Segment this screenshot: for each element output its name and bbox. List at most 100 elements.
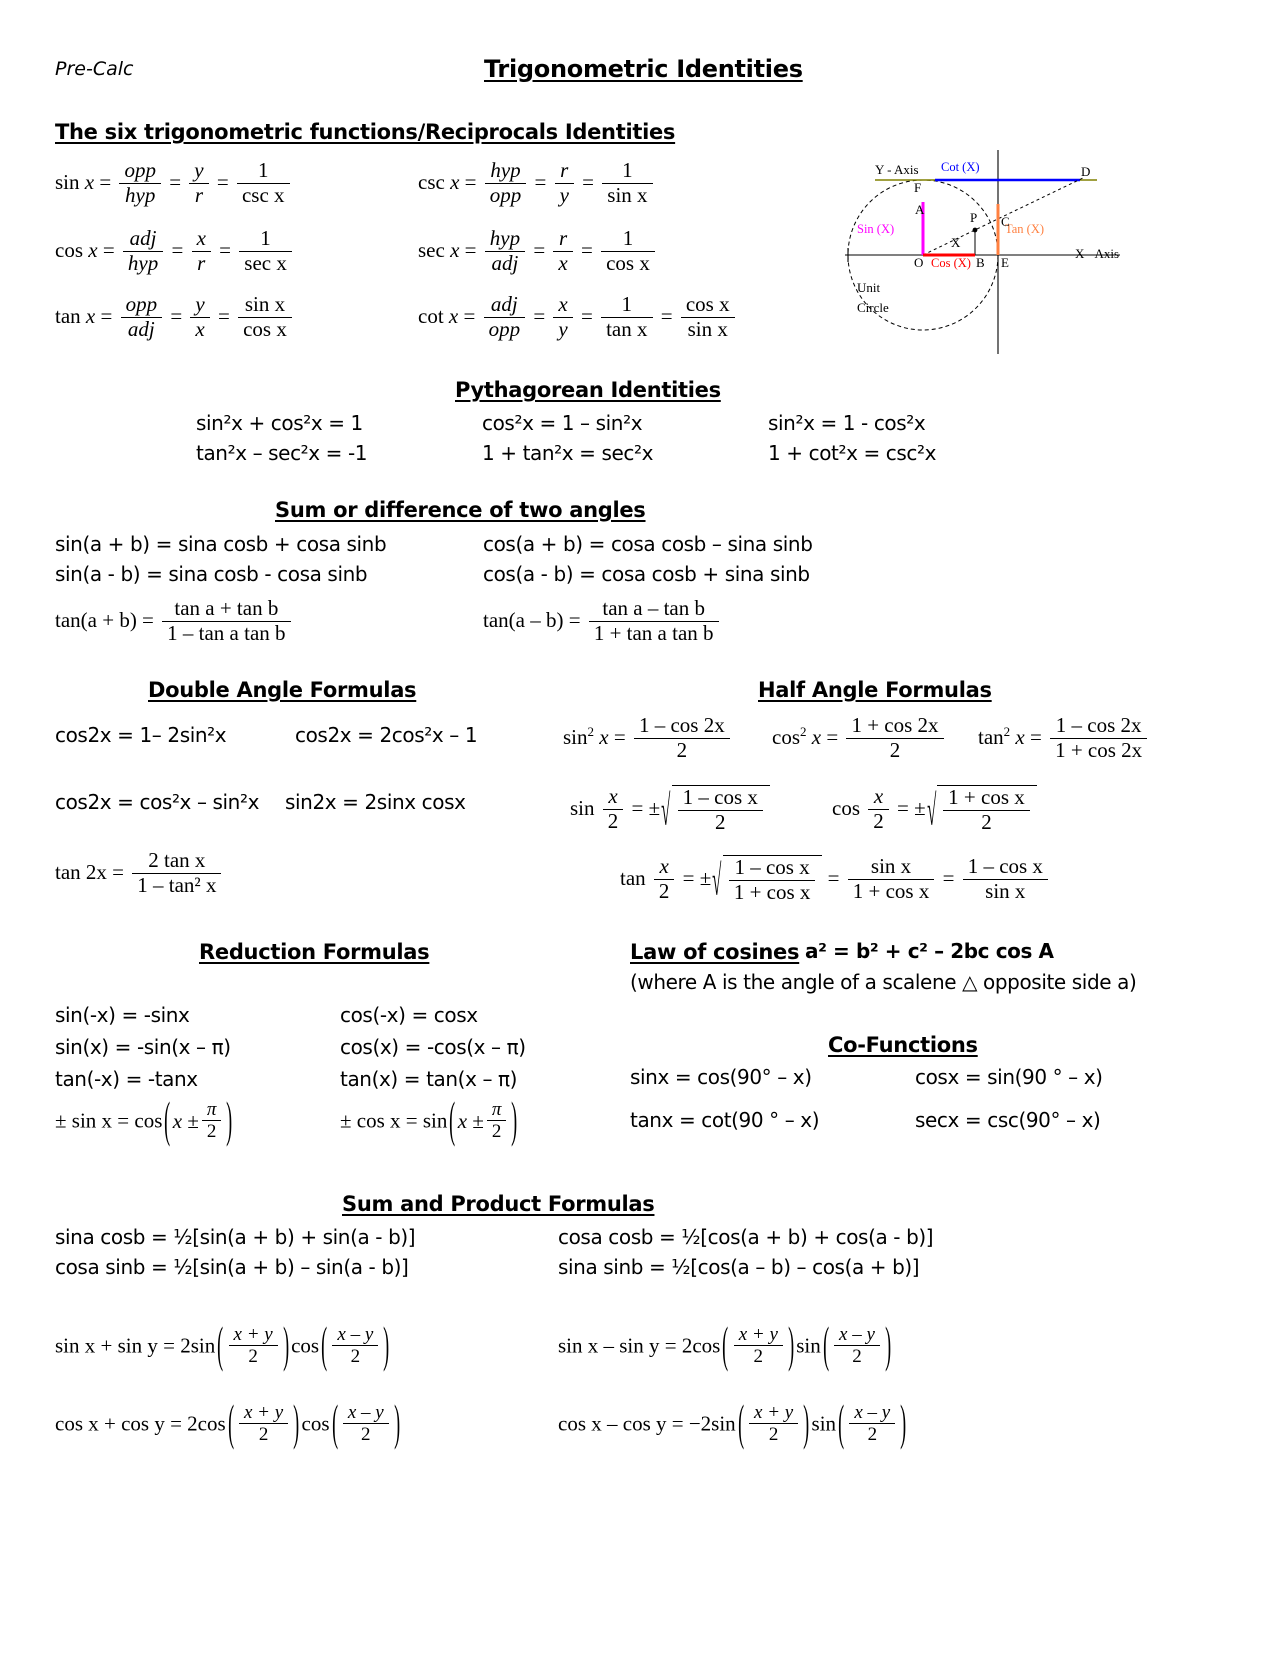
fn-name: csc (418, 169, 445, 194)
num: opp (125, 292, 158, 316)
den: 1 + cos x (847, 878, 935, 904)
fn-name: tan (55, 303, 81, 328)
pythagorean-r1c1: 1 + tan²x = sec²x (482, 441, 654, 465)
label-angle-x: X (951, 235, 961, 250)
left-paren: ( (838, 1397, 845, 1453)
radical-sign: √ (661, 784, 671, 834)
heading-reduction: Reduction Formulas (199, 940, 430, 964)
den: 2 (633, 737, 730, 763)
mid-fn: cos (301, 1411, 330, 1436)
den: adj (484, 250, 526, 276)
right-paren: ) (803, 1397, 810, 1453)
fn-name: tan (620, 865, 646, 890)
den: 2 (653, 878, 675, 904)
num: x – y (839, 1324, 875, 1345)
num: 1 + cos x (948, 785, 1025, 809)
sum-diff-sin-plus: sin(a + b) = sina cosb + cosa sinb (55, 532, 387, 556)
left-paren: ( (217, 1319, 224, 1375)
sum-diff-sin-minus: sin(a - b) = sina cosb - cosa sinb (55, 562, 368, 586)
lhs: cos x – cos y = −2sin (558, 1411, 736, 1436)
den: opp (483, 316, 526, 342)
den: 1 + tan a tan b (588, 620, 719, 646)
paren-group-1: (x + y 2) (226, 1397, 302, 1453)
sum-product-r1c1: sina sinb = ½[cos(a – b) – cos(a + b)] (558, 1255, 920, 1279)
den: cos x (238, 316, 292, 342)
num: tan a + tan b (174, 596, 279, 620)
heading-law-of-cosines: Law of cosines (630, 940, 800, 964)
label-cot: Cot (X) (941, 160, 980, 174)
label-x-axis: X - Axis (1075, 246, 1120, 261)
half-angle-sin-root: sin x2 = ± √ 1 – cos x2 (570, 784, 770, 835)
right-paren: ) (226, 1094, 233, 1150)
den: 2 (332, 1345, 379, 1367)
half-angle-cos-root: cos x2 = ± √ 1 + cos x2 (832, 784, 1037, 835)
identity-csc: csc x = hyp opp = ry = 1 sin x (418, 158, 656, 208)
pythagorean-r0c1: cos²x = 1 – sin²x (482, 411, 643, 435)
den: 1 + cos 2x (1050, 737, 1148, 763)
identity-tan: tan x = opp adj = yx = sin x cos x (55, 292, 295, 342)
radical: √ 1 + cos x2 (926, 784, 1037, 835)
fn-name: tan (978, 724, 1004, 749)
num: sin x (870, 854, 912, 878)
sum-formula-1: sin x – sin y = 2cos(x + y 2) sin(x – y 2) (558, 1322, 893, 1371)
fn-name: sin (570, 795, 595, 820)
point-label-f: F (914, 180, 922, 195)
point-label-p: P (970, 210, 978, 225)
den: hyp (122, 250, 164, 276)
double-angle-r0c1: cos2x = 2cos²x – 1 (295, 723, 478, 747)
right-paren: ) (511, 1094, 518, 1150)
left-paren: ( (331, 1397, 338, 1453)
left-paren: ( (321, 1319, 328, 1375)
label-cos: Cos (X) (931, 256, 971, 270)
heading-pythagorean: Pythagorean Identities (455, 378, 721, 402)
lhs: ± sin x = cos (55, 1108, 163, 1133)
fn-arg: x (85, 303, 96, 328)
heading-half-angle: Half Angle Formulas (758, 678, 992, 702)
num: x – y (347, 1402, 384, 1423)
num: 1 (622, 226, 634, 250)
num: x + y (244, 1402, 284, 1423)
num: x (873, 784, 884, 808)
label-sin: Sin (X) (857, 222, 895, 236)
den: 2 (486, 1120, 507, 1142)
reduction-left-2: tan(-x) = -tanx (55, 1067, 198, 1091)
point-p-dot (972, 227, 978, 233)
right-paren: ) (282, 1319, 289, 1375)
identity-sec: sec x = hyp adj = rx = 1 cos x (418, 226, 658, 276)
left-paren: ( (737, 1397, 744, 1453)
num: 1 – cos 2x (1055, 713, 1142, 737)
den: 2 (943, 809, 1030, 835)
double-angle-r1c1: sin2x = 2sinx cosx (285, 790, 466, 814)
fn-arg: x (450, 169, 460, 194)
den: opp (484, 182, 527, 208)
num: r (558, 226, 568, 250)
point-label-b: B (976, 255, 985, 270)
den: csc x (236, 182, 290, 208)
fn-arg: x (450, 237, 460, 262)
den: 2 (868, 808, 889, 834)
num: 1 – cos x (734, 855, 810, 879)
left-paren: ( (227, 1397, 234, 1453)
lhs: tan(a + b) = (55, 607, 154, 632)
mid-fn: sin (796, 1333, 821, 1358)
den: y (553, 316, 573, 342)
identity-cot: cot x = adj opp = xy = 1 tan x = cos x sin … (418, 292, 738, 342)
den: 2 (733, 1345, 783, 1367)
den: x (553, 250, 573, 276)
paren-group: (x ± π 2) (162, 1094, 234, 1150)
radical: √ 1 – cos x2 (660, 784, 770, 835)
den: 2 (342, 1423, 389, 1445)
law-of-cosines-note: (where A is the angle of a scalene △ opp… (630, 970, 1137, 994)
num: π (491, 1099, 502, 1120)
fn-arg: x (811, 724, 822, 749)
den: y (554, 182, 574, 208)
radical-sign: √ (926, 784, 937, 834)
sum-product-r0c1: cosa cosb = ½[cos(a + b) + cos(a - b)] (558, 1225, 934, 1249)
double-angle-r1c0: cos2x = cos²x – sin²x (55, 790, 260, 814)
inner-lead: x ± (172, 1109, 199, 1134)
fn-arg: x (88, 237, 98, 262)
sum-formula-0: sin x + sin y = 2sin(x + y 2) cos(x – y 2) (55, 1319, 392, 1375)
pythagorean-r1c2: 1 + cot²x = csc²x (768, 441, 937, 465)
exponent: 2 (800, 723, 807, 739)
num: x (196, 226, 206, 250)
